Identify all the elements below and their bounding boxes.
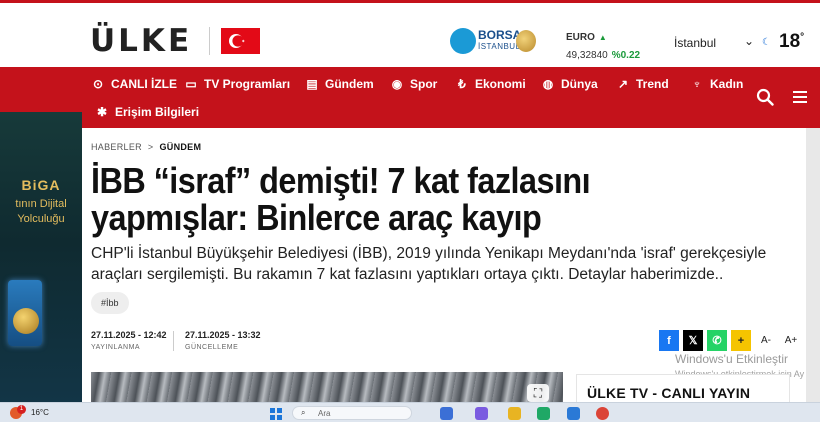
hamburger-menu-icon[interactable] xyxy=(793,91,807,103)
ball-icon: ◉ xyxy=(391,77,403,91)
nav-item-trend[interactable]: ↗ Trend xyxy=(616,77,669,91)
left-ad-banner[interactable]: BiGA tının Dijital Yolculuğu xyxy=(0,112,82,402)
ad-line-1: tının Dijital xyxy=(15,198,67,210)
taskbar-app-icon[interactable] xyxy=(567,407,580,420)
borsa-subtitle: İSTANBUL xyxy=(478,42,521,51)
nav-item-gundem[interactable]: ▤ Gündem xyxy=(305,77,373,91)
notification-badge: 1 xyxy=(17,405,26,414)
newspaper-icon: ▤ xyxy=(306,77,318,91)
font-increase-button[interactable]: A+ xyxy=(781,330,801,351)
site-header: ÜLKE BORSA İSTANBUL EURO ▲ 49,32840 %0.22 … xyxy=(0,3,820,67)
nav-item-canli-izle[interactable]: ⊙ CANLI İZLE xyxy=(91,77,177,91)
windows-activation-title: Windows'u Etkinleştir xyxy=(675,352,788,366)
browser-page: ÜLKE BORSA İSTANBUL EURO ▲ 49,32840 %0.22 … xyxy=(0,0,820,422)
chrome-icon[interactable] xyxy=(596,407,609,420)
whatsapp-share-button[interactable]: ✆ xyxy=(707,330,727,351)
live-tv-panel[interactable]: ÜLKE TV - CANLI YAYIN xyxy=(576,374,790,402)
play-circle-icon: ⊙ xyxy=(92,77,104,91)
taskbar-app-icon[interactable] xyxy=(537,407,550,420)
font-decrease-button[interactable]: A- xyxy=(756,330,776,351)
breadcrumb-separator: > xyxy=(147,142,154,152)
taskbar-search-box[interactable]: ⌕ Ara xyxy=(292,406,412,420)
whatsapp-icon: ✆ xyxy=(712,335,722,347)
gear-icon: ✱ xyxy=(96,105,108,119)
windows-start-icon[interactable] xyxy=(270,408,282,420)
facebook-icon: f xyxy=(667,334,671,347)
folder-icon[interactable] xyxy=(508,407,521,420)
ad-line-2: Yolculuğu xyxy=(17,213,65,225)
right-ad-strip xyxy=(806,128,820,402)
article-hero-image[interactable] xyxy=(91,372,563,402)
chevron-down-icon[interactable]: ⌄ xyxy=(744,34,754,48)
ad-title: BiGA xyxy=(21,177,61,193)
updated-date: 27.11.2025 - 13:32 GÜNCELLEME xyxy=(185,330,261,351)
breadcrumb-haberler[interactable]: HABERLER xyxy=(91,142,142,152)
nav-item-tv-programlari[interactable]: ▭ TV Programları xyxy=(184,77,290,91)
nav-item-kadin[interactable]: ♆ Kadın xyxy=(690,77,744,91)
fullscreen-icon[interactable]: ⛶ xyxy=(527,384,549,402)
weather-icon: ☾ xyxy=(762,37,771,48)
tv-icon: ▭ xyxy=(185,77,197,91)
x-icon: 𝕏 xyxy=(688,335,698,347)
nav-item-erisim-bilgileri[interactable]: ✱ Erişim Bilgileri xyxy=(95,105,199,119)
gold-coin-icon xyxy=(13,308,39,334)
medal-icon xyxy=(516,30,536,52)
windows-taskbar: 1 16°C ⌕ Ara xyxy=(0,402,820,422)
taskbar-temperature[interactable]: 16°C xyxy=(31,408,49,417)
nav-item-ekonomi[interactable]: ₺ Ekonomi xyxy=(455,77,526,91)
currency-label: EURO xyxy=(566,32,595,43)
lira-icon: ₺ xyxy=(458,77,466,91)
currency-value: 49,32840 xyxy=(566,50,608,61)
taskbar-app-icon[interactable] xyxy=(475,407,488,420)
article-headline: İBB “israf” demişti! 7 kat fazlasını yap… xyxy=(91,160,591,238)
breadcrumb-gundem[interactable]: GÜNDEM xyxy=(159,142,201,152)
logo-divider xyxy=(209,27,210,55)
trend-icon: ↗ xyxy=(617,77,629,91)
main-nav: ⊙ CANLI İZLE ▭ TV Programları ▤ Gündem ◉ Spo… xyxy=(0,67,820,128)
plus-icon: + xyxy=(737,334,745,347)
city-select[interactable]: İstanbul xyxy=(674,36,716,50)
nav-item-dunya[interactable]: ◍ Dünya xyxy=(541,77,598,91)
taskbar-search-placeholder: Ara xyxy=(318,409,331,418)
x-share-button[interactable]: 𝕏 xyxy=(683,330,703,351)
taskbar-app-icon[interactable] xyxy=(440,407,453,420)
date-divider xyxy=(173,331,174,351)
borsa-istanbul-widget[interactable]: BORSA İSTANBUL xyxy=(450,27,540,57)
temperature: 18° xyxy=(779,31,805,52)
search-icon: ⌕ xyxy=(301,408,306,417)
search-icon[interactable] xyxy=(756,88,774,106)
globe-icon: ◍ xyxy=(542,77,554,91)
turkey-flag-icon xyxy=(221,28,260,54)
add-share-button[interactable]: + xyxy=(731,330,751,351)
currency-change: %0.22 xyxy=(611,50,641,61)
site-logo[interactable]: ÜLKE xyxy=(90,25,192,57)
borsa-title: BORSA xyxy=(478,28,522,42)
nav-item-spor[interactable]: ◉ Spor xyxy=(390,77,438,91)
article-tag[interactable]: #İbb xyxy=(91,292,129,314)
live-tv-title: ÜLKE TV - CANLI YAYIN xyxy=(587,385,751,401)
facebook-share-button[interactable]: f xyxy=(659,330,679,351)
hanger-icon: ♆ xyxy=(692,77,702,91)
up-arrow-icon: ▲ xyxy=(598,33,607,42)
borsa-logo-icon xyxy=(450,28,476,54)
breadcrumb: HABERLER > GÜNDEM xyxy=(91,142,201,152)
currency-widget[interactable]: EURO ▲ 49,32840 %0.22 xyxy=(566,27,656,61)
published-date: 27.11.2025 - 12:42 YAYINLANMA xyxy=(91,330,167,351)
article-summary: CHP'li İstanbul Büyükşehir Belediyesi (İ… xyxy=(91,245,767,283)
